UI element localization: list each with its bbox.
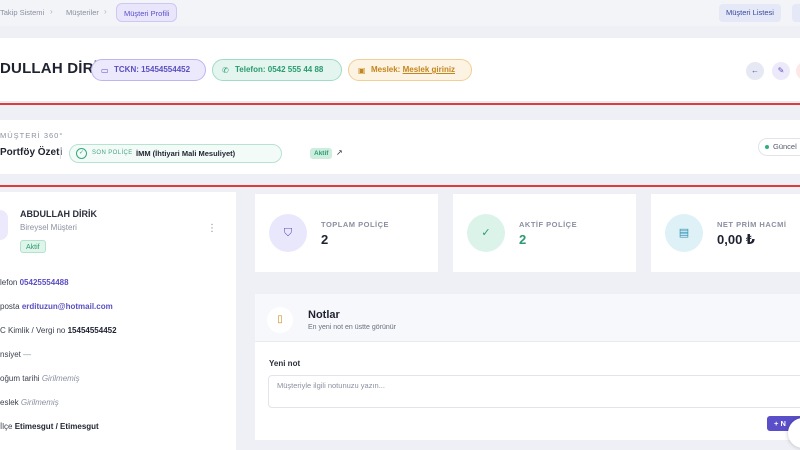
info-label: posta	[0, 302, 20, 311]
info-phone: lefon 05425554488	[0, 278, 69, 287]
new-note-input[interactable]: Müşteriyle ilgili notunuzu yazın...	[268, 375, 800, 408]
delete-icon[interactable]	[796, 62, 800, 80]
stat-card-total-policies: ⛉ TOPLAM POLİÇE 2	[255, 194, 438, 272]
briefcase-icon: ▣	[358, 66, 366, 75]
info-label: nsiyet	[0, 350, 21, 359]
last-policy-status: Aktif	[310, 148, 333, 159]
tckn-chip: ▭ TCKN: 15454554452	[91, 59, 206, 81]
district-value: Etimesgut / Etimesgut	[14, 422, 99, 431]
info-gender: nsiyet —	[0, 350, 31, 359]
stat-value: 0,00 ₺	[717, 232, 755, 247]
breadcrumb-item-active: Müşteri Profili	[116, 3, 178, 22]
info-label: eslek	[0, 398, 19, 407]
overview-section-label: MÜŞTERİ 360°	[0, 131, 64, 140]
job-prefix: Meslek:	[371, 65, 401, 74]
divider	[60, 147, 61, 159]
top-bar: Takip Sistemi › Müşteriler › Müşteri Pro…	[0, 0, 800, 26]
stat-value: 2	[321, 232, 329, 247]
new-note-label: Yeni not	[269, 359, 301, 368]
stat-label: TOPLAM POLİÇE	[321, 220, 390, 229]
status-badge: Aktif	[20, 240, 46, 253]
phone-chip[interactable]: ✆ Telefon: 0542 555 44 88	[212, 59, 342, 81]
highlight-line-bottom	[0, 185, 800, 187]
stat-label: NET PRİM HACMİ	[717, 220, 787, 229]
job-enter-link[interactable]: Meslek giriniz	[403, 65, 455, 74]
phone-icon: ✆	[222, 66, 229, 75]
arrow-up-right-icon: ↗	[336, 148, 343, 157]
last-policy-tag: SON POLİÇE	[92, 150, 133, 156]
stat-label: AKTİF POLİÇE	[519, 220, 578, 229]
info-tckn: C Kimlik / Vergi no 15454554452	[0, 326, 117, 335]
highlight-line-top	[0, 103, 800, 105]
phone-text: Telefon: 0542 555 44 88	[235, 65, 324, 74]
stat-card-active-policies: ✓ AKTİF POLİÇE 2	[453, 194, 636, 272]
id-card-icon: ▭	[101, 66, 109, 75]
overview-title: Portföy Özeti	[0, 147, 63, 158]
job-value: Girilmemiş	[20, 398, 59, 407]
shield-icon: ⛉	[269, 214, 307, 252]
breadcrumb-separator: ›	[50, 7, 53, 16]
updated-badge: Güncel	[758, 138, 800, 156]
info-job: eslek Girilmemiş	[0, 398, 59, 407]
portfolio-overview-card: MÜŞTERİ 360° Portföy Özeti ✓ SON POLİÇE …	[0, 120, 800, 174]
tckn-text: TCKN: 15454554452	[114, 65, 191, 74]
breadcrumb-item-takip[interactable]: Takip Sistemi	[0, 8, 44, 17]
breadcrumb-separator: ›	[104, 7, 107, 16]
info-district: İlçe Etimesgut / Etimesgut	[0, 422, 99, 431]
breadcrumb-item-musteriler[interactable]: Müşteriler	[66, 8, 99, 17]
birthdate-value: Girilmemiş	[41, 374, 80, 383]
profile-name: ABDULLAH DİRİK	[20, 209, 97, 219]
more-options-icon[interactable]: ⋮	[207, 223, 217, 234]
job-chip: ▣ Meslek: Meslek giriniz	[348, 59, 472, 81]
customer-list-button[interactable]: Müşteri Listesi	[719, 4, 781, 22]
stat-card-net-premium: ▤ NET PRİM HACMİ 0,00 ₺	[651, 194, 800, 272]
notes-subtitle: En yeni not en üstte görünür	[308, 324, 396, 331]
gender-value: —	[23, 350, 32, 359]
info-label: İlçe	[0, 422, 13, 431]
notes-title: Notlar	[308, 309, 340, 321]
status-dot	[765, 145, 769, 149]
last-policy-pill[interactable]: ✓ SON POLİÇE İMM (İhtiyari Mali Mesuliye…	[69, 144, 343, 163]
info-label: lefon	[0, 278, 18, 287]
profile-sidebar: ABDULLAH DİRİK Bireysel Müşteri Aktif ⋮ …	[0, 192, 236, 450]
info-label: C Kimlik / Vergi no	[0, 326, 66, 335]
notes-card: ▯ Notlar En yeni not en üstte görünür Ye…	[255, 294, 800, 440]
check-circle-icon: ✓	[467, 214, 505, 252]
phone-link[interactable]: 05425554488	[20, 278, 69, 287]
profile-type: Bireysel Müşteri	[20, 223, 77, 232]
last-policy-name: İMM (İhtiyari Mali Mesuliyet)	[136, 149, 236, 158]
info-birthdate: oğum tarihi Girilmemiş	[0, 374, 80, 383]
customer-header: DULLAH DİRİK ▭ TCKN: 15454554452 ✆ Telef…	[0, 38, 800, 102]
edit-icon[interactable]: ✎	[772, 62, 790, 80]
info-label: oğum tarihi	[0, 374, 40, 383]
back-icon[interactable]: ←	[746, 62, 764, 80]
notes-header: ▯ Notlar En yeni not en üstte görünür	[255, 294, 800, 342]
shield-check-icon: ✓	[76, 148, 87, 159]
wallet-icon: ▤	[665, 214, 703, 252]
email-link[interactable]: erdituzun@hotmail.com	[22, 302, 113, 311]
info-email: posta erdituzun@hotmail.com	[0, 302, 113, 311]
avatar	[0, 210, 8, 240]
stat-value: 2	[519, 232, 527, 247]
updated-text: Güncel	[773, 142, 797, 151]
note-icon: ▯	[267, 307, 293, 333]
extra-action-button[interactable]	[792, 4, 800, 22]
tckn-value: 15454554452	[67, 326, 117, 335]
